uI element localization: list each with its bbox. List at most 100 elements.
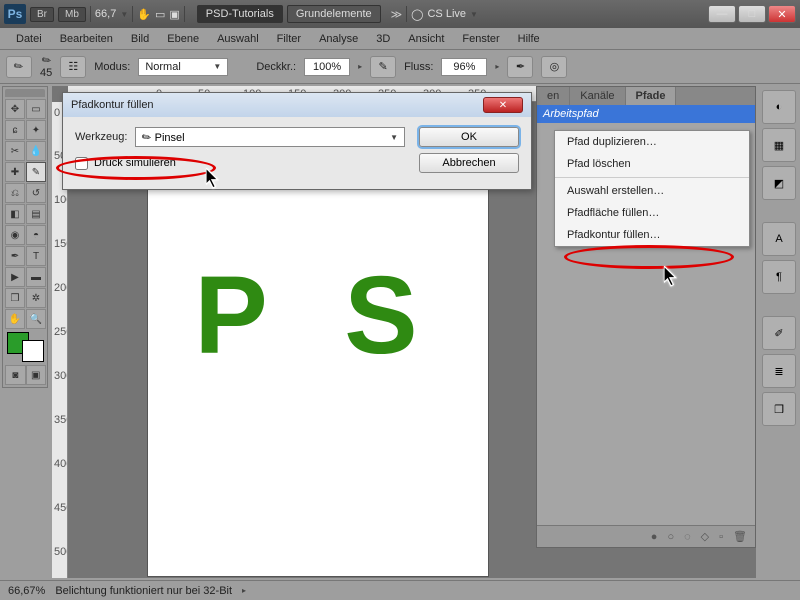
cslive-label[interactable]: CS Live [427,8,466,20]
status-menu-icon[interactable]: ▸ [242,586,246,595]
quick-select-tool[interactable]: ✦ [26,120,46,140]
opacity-stepper[interactable]: ▸ [358,62,362,71]
pen-tool[interactable]: ✒ [5,246,25,266]
toolbox-grip[interactable] [5,89,45,97]
screenmode-toggle[interactable]: ▣ [26,365,47,385]
eraser-tool[interactable]: ◧ [5,204,25,224]
menu-stroke-path[interactable]: Pfadkontur füllen… [555,224,749,246]
more-icon[interactable]: ≫ [391,8,403,21]
dialog-titlebar[interactable]: Pfadkontur füllen ✕ [63,93,531,117]
cancel-button[interactable]: Abbrechen [419,153,519,173]
separator [90,6,91,22]
stroke-path-icon[interactable]: ○ [667,531,674,543]
3d-panel-icon[interactable]: ❒ [762,392,796,426]
fill-path-icon[interactable]: ● [651,531,658,543]
brush-tool[interactable]: ✎ [26,162,46,182]
blur-tool[interactable]: ◉ [5,225,25,245]
history-brush-tool[interactable]: ↺ [26,183,46,203]
zoom-tool[interactable]: 🔍 [26,309,46,329]
menu-hilfe[interactable]: Hilfe [510,31,548,47]
status-zoom[interactable]: 66,67% [8,585,45,597]
screen-mode-icon[interactable]: ▣ [169,8,179,21]
tool-label: Werkzeug: [75,131,127,143]
chevron-down-icon[interactable]: ▼ [470,10,478,19]
menu-analyse[interactable]: Analyse [311,31,366,47]
swatches-panel-icon[interactable]: ▦ [762,128,796,162]
mode-label: Modus: [94,61,130,73]
menu-ebene[interactable]: Ebene [159,31,207,47]
brush-tool-indicator[interactable]: ✎ [6,56,32,78]
workspace-tab-grundelemente[interactable]: Grundelemente [287,5,381,23]
chevron-down-icon[interactable]: ▼ [120,10,128,19]
blend-mode-select[interactable]: Normal▼ [138,58,228,76]
path-select-tool[interactable]: ▶ [5,267,25,287]
brushes-panel-icon[interactable]: ✐ [762,316,796,350]
character-panel-icon[interactable]: A [762,222,796,256]
opacity-input[interactable]: 100% [304,58,350,76]
menu-datei[interactable]: Datei [8,31,50,47]
layers-panel-icon[interactable]: ≣ [762,354,796,388]
hand-tool[interactable]: ✋ [5,309,25,329]
ok-button[interactable]: OK [419,127,519,147]
flow-input[interactable]: 96% [441,58,487,76]
paragraph-panel-icon[interactable]: ¶ [762,260,796,294]
eyedropper-tool[interactable]: 💧 [26,141,46,161]
app-logo: Ps [4,4,26,24]
color-swatches[interactable] [5,330,46,364]
adjustments-panel-icon[interactable]: ◩ [762,166,796,200]
minimize-button[interactable]: — [708,5,736,23]
dodge-tool[interactable]: ◓ [26,225,46,245]
menu-filter[interactable]: Filter [269,31,309,47]
brush-panel-toggle[interactable]: ☷ [60,56,86,78]
3d-camera-tool[interactable]: ✲ [26,288,46,308]
menu-bearbeiten[interactable]: Bearbeiten [52,31,121,47]
stroke-path-dialog: Pfadkontur füllen ✕ Werkzeug: ✎ Pinsel ▼… [62,92,532,190]
status-message: Belichtung funktioniert nur bei 32-Bit [55,585,232,597]
quickmask-toggle[interactable]: ◙ [5,365,26,385]
menu-auswahl[interactable]: Auswahl [209,31,267,47]
menu-bild[interactable]: Bild [123,31,157,47]
maximize-button[interactable]: □ [738,5,766,23]
3d-tool[interactable]: ❒ [5,288,25,308]
menu-ansicht[interactable]: Ansicht [400,31,452,47]
type-tool[interactable]: T [26,246,46,266]
tab-layers-edge[interactable]: en [537,87,570,105]
gradient-tool[interactable]: ▤ [26,204,46,224]
shape-tool[interactable]: ▬ [26,267,46,287]
menu-duplicate-path[interactable]: Pfad duplizieren… [555,131,749,153]
panel-footer: ● ○ ◌ ◇ ▫ 🗑 [537,525,755,547]
new-path-icon[interactable]: ▫ [719,531,723,543]
airbrush-toggle[interactable]: ✒ [507,56,533,78]
path-item-arbeitspfad[interactable]: Arbeitspfad [537,105,755,123]
color-panel-icon[interactable]: ◐ [762,90,796,124]
lasso-tool[interactable]: ɕ [5,120,25,140]
tab-paths[interactable]: Pfade [626,87,677,105]
delete-path-icon[interactable]: 🗑 [733,530,747,543]
crop-tool[interactable]: ✂ [5,141,25,161]
menu-fenster[interactable]: Fenster [454,31,507,47]
menu-3d[interactable]: 3D [368,31,398,47]
bridge-chip[interactable]: Br [30,7,54,22]
view-icon[interactable]: ▭ [155,8,165,21]
minibridge-chip[interactable]: Mb [58,7,86,22]
menu-delete-path[interactable]: Pfad löschen [555,153,749,175]
flow-stepper[interactable]: ▸ [495,62,499,71]
selection-to-path-icon[interactable]: ◇ [701,530,709,543]
workspace-tab-psd-tutorials[interactable]: PSD-Tutorials [197,5,283,23]
tool-select[interactable]: ✎ Pinsel ▼ [135,127,405,147]
hand-icon[interactable]: ✋ [137,8,151,21]
dialog-close-button[interactable]: ✕ [483,97,523,113]
move-tool[interactable]: ✥ [5,99,25,119]
healing-tool[interactable]: ✚ [5,162,25,182]
menu-fill-path[interactable]: Pfadfläche füllen… [555,202,749,224]
marquee-tool[interactable]: ▭ [26,99,46,119]
simulate-pressure-checkbox[interactable] [75,157,88,170]
menu-make-selection[interactable]: Auswahl erstellen… [555,180,749,202]
close-button[interactable]: ✕ [768,5,796,23]
tablet-opacity-toggle[interactable]: ✎ [370,56,396,78]
tablet-size-toggle[interactable]: ◎ [541,56,567,78]
path-to-selection-icon[interactable]: ◌ [684,531,691,543]
background-color[interactable] [22,340,44,362]
tab-channels[interactable]: Kanäle [570,87,625,105]
stamp-tool[interactable]: ⎌ [5,183,25,203]
